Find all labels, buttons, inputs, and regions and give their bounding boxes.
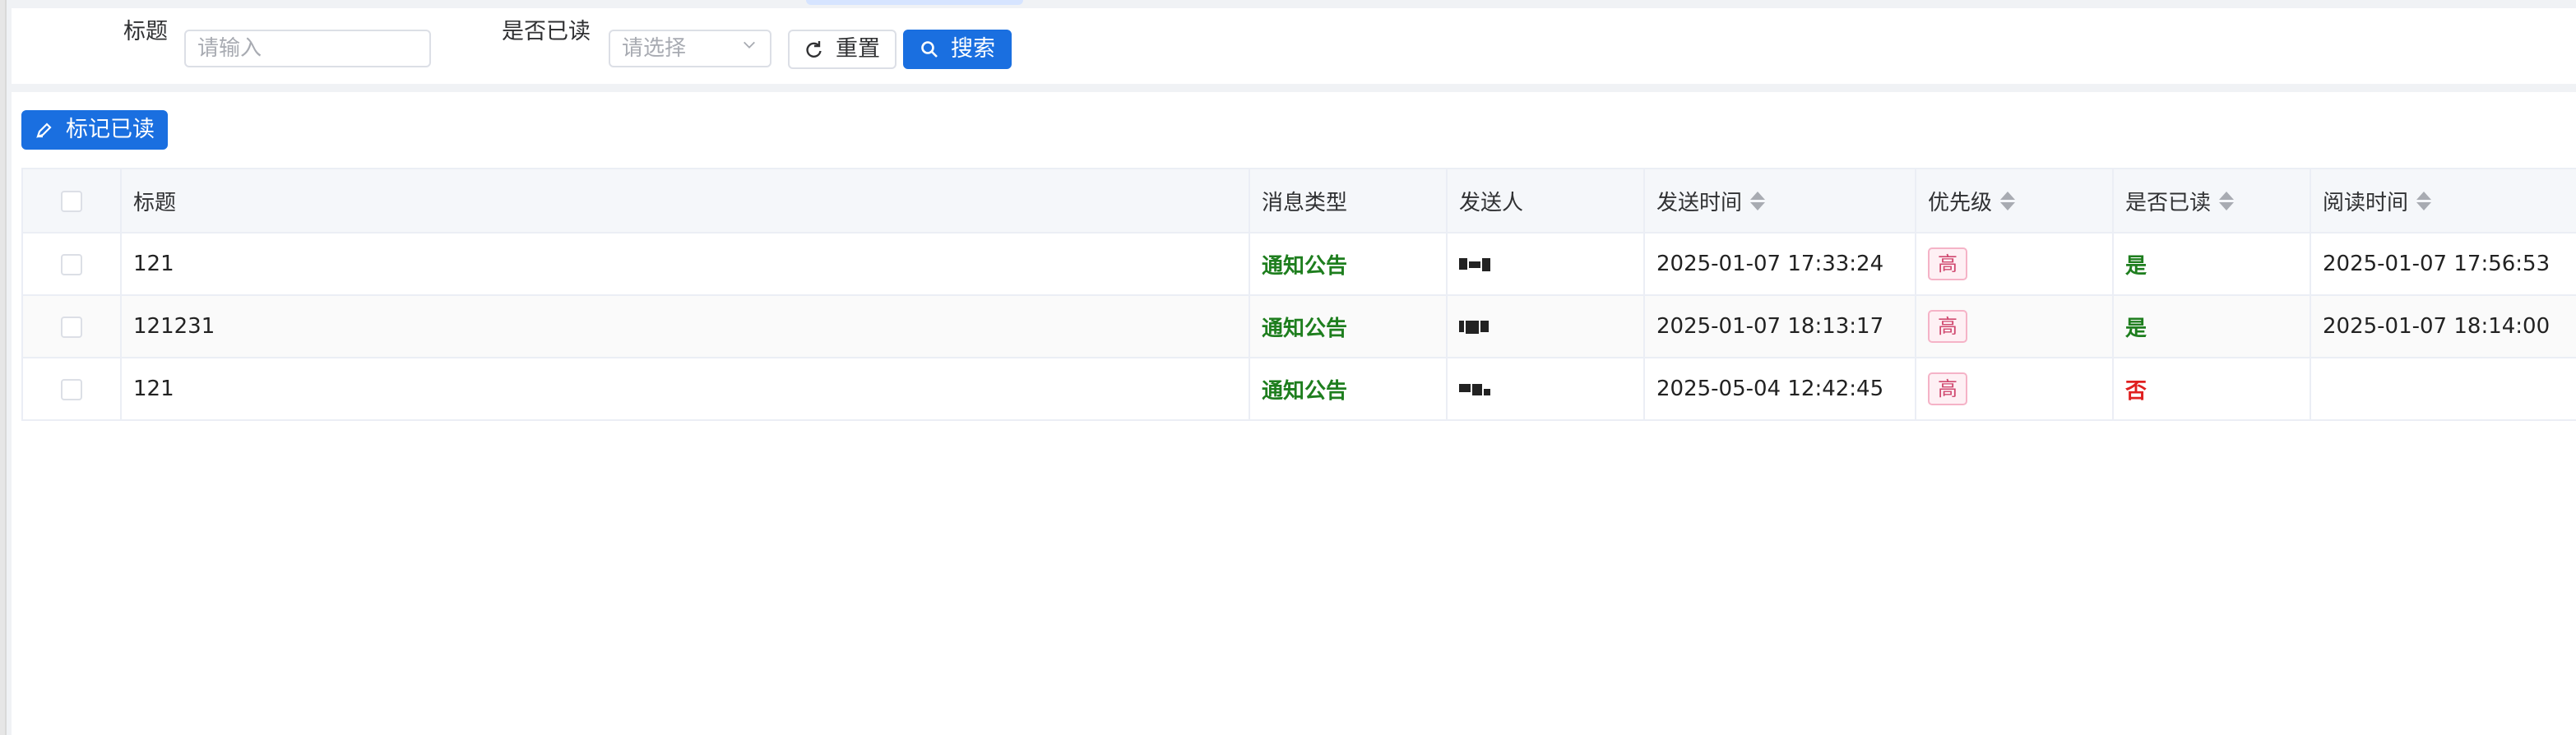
- row-priority-cell: 高: [1915, 357, 2114, 421]
- row-is-read: 否: [2112, 357, 2311, 421]
- row-type: 通知公告: [1249, 232, 1448, 296]
- row-sender-redacted: [1446, 232, 1645, 296]
- row-checkbox[interactable]: [61, 378, 82, 400]
- row-select-cell: [21, 232, 122, 296]
- refresh-icon: [806, 41, 822, 58]
- row-sender-redacted: [1446, 294, 1645, 358]
- redacted-sender: [1459, 257, 1490, 271]
- row-send-time: 2025-05-04 12:42:45: [1643, 357, 1916, 421]
- table-row[interactable]: 121231 通知公告 2025-01-07 18:13:17 高 是 2025…: [21, 294, 2576, 358]
- mark-read-button-label: 标记已读: [66, 117, 155, 142]
- priority-header-label: 优先级: [1928, 190, 1993, 215]
- row-title: 121: [120, 357, 1250, 421]
- active-tab-indicator: [806, 0, 1023, 5]
- row-checkbox[interactable]: [61, 316, 82, 338]
- read-status-placeholder: 请选择: [622, 36, 687, 61]
- table-row[interactable]: 121 通知公告 2025-05-04 12:42:45 高 否: [21, 357, 2576, 421]
- message-table: 标题 消息类型 发送人 发送时间 优先级 是否已读 阅读时间 121 通知公告 …: [21, 168, 2576, 421]
- main-panel: 标记已读 标题 消息类型 发送人 发送时间 优先级 是否已读 阅读时间 121 …: [12, 92, 2576, 735]
- search-button-label: 搜索: [951, 36, 995, 62]
- row-type: 通知公告: [1249, 357, 1448, 421]
- row-sender-redacted: [1446, 357, 1645, 421]
- sort-icon[interactable]: [1750, 191, 1766, 210]
- column-header-read-time[interactable]: 阅读时间: [2310, 168, 2576, 233]
- row-title: 121231: [120, 294, 1250, 358]
- redacted-sender: [1459, 320, 1489, 334]
- left-edge: [0, 0, 7, 735]
- row-is-read: 是: [2112, 294, 2311, 358]
- row-read-time: [2310, 357, 2576, 421]
- row-send-time: 2025-01-07 18:13:17: [1643, 294, 1916, 358]
- table-header-row: 标题 消息类型 发送人 发送时间 优先级 是否已读 阅读时间: [21, 168, 2576, 233]
- mark-read-button[interactable]: 标记已读: [21, 110, 168, 150]
- reset-button[interactable]: 重置: [788, 30, 897, 69]
- row-select-cell: [21, 357, 122, 421]
- priority-badge: 高: [1928, 372, 1967, 405]
- select-all-cell: [21, 168, 122, 233]
- edit-icon: [36, 122, 52, 138]
- column-header-is-read[interactable]: 是否已读: [2112, 168, 2311, 233]
- priority-badge: 高: [1928, 247, 1967, 280]
- title-filter-label: 标题: [123, 19, 168, 44]
- table-row[interactable]: 121 通知公告 2025-01-07 17:33:24 高 是 2025-01…: [21, 232, 2576, 296]
- row-type: 通知公告: [1249, 294, 1448, 358]
- search-panel: 标题 请输入 是否已读 请选择 重置 搜索: [12, 8, 2576, 84]
- read-time-header-label: 阅读时间: [2323, 190, 2409, 215]
- row-send-time: 2025-01-07 17:33:24: [1643, 232, 1916, 296]
- search-button[interactable]: 搜索: [903, 30, 1012, 69]
- chevron-down-icon: [744, 41, 755, 49]
- read-status-select[interactable]: 请选择: [609, 30, 771, 67]
- select-all-checkbox[interactable]: [61, 190, 82, 212]
- column-header-send-time[interactable]: 发送时间: [1643, 168, 1916, 233]
- row-priority-cell: 高: [1915, 232, 2114, 296]
- row-is-read: 是: [2112, 232, 2311, 296]
- redacted-sender: [1459, 383, 1490, 395]
- column-header-type: 消息类型: [1249, 168, 1448, 233]
- sort-icon[interactable]: [2000, 191, 2016, 210]
- read-filter-label: 是否已读: [502, 19, 591, 44]
- column-header-title: 标题: [120, 168, 1250, 233]
- title-search-input[interactable]: 请输入: [184, 30, 431, 67]
- priority-badge: 高: [1928, 310, 1967, 343]
- row-select-cell: [21, 294, 122, 358]
- column-header-sender: 发送人: [1446, 168, 1645, 233]
- row-read-time: 2025-01-07 17:56:53: [2310, 232, 2576, 296]
- top-strip: [0, 0, 2576, 7]
- sort-icon[interactable]: [2416, 191, 2432, 210]
- search-icon: [921, 41, 938, 58]
- sort-icon[interactable]: [2219, 191, 2235, 210]
- is-read-header-label: 是否已读: [2125, 190, 2212, 215]
- row-title: 121: [120, 232, 1250, 296]
- row-checkbox[interactable]: [61, 253, 82, 275]
- send-time-header-label: 发送时间: [1656, 190, 1743, 215]
- reset-button-label: 重置: [836, 36, 880, 62]
- title-search-placeholder: 请输入: [197, 36, 262, 61]
- column-header-priority[interactable]: 优先级: [1915, 168, 2114, 233]
- row-priority-cell: 高: [1915, 294, 2114, 358]
- row-read-time: 2025-01-07 18:14:00: [2310, 294, 2576, 358]
